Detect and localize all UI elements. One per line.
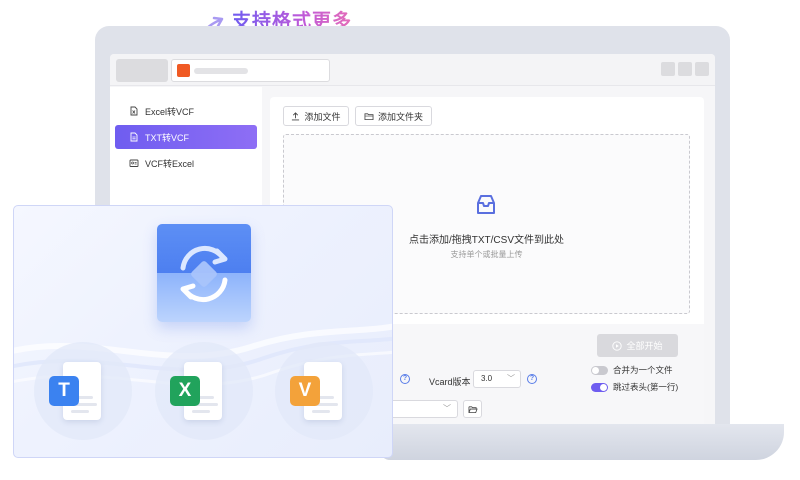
vcard-version-value: 3.0 (481, 374, 493, 383)
vcard-version-label: Vcard版本 (429, 377, 471, 387)
skip-header-label: 跳过表头(第一行) (613, 382, 679, 392)
title-bar (110, 54, 715, 86)
excel-file-icon (130, 106, 138, 116)
sidebar-item-label: TXT转VCF (145, 132, 189, 143)
skip-header-toggle-row[interactable]: 跳过表头(第一行) (591, 381, 678, 393)
play-circle-icon (612, 340, 623, 351)
merge-label: 合并为一个文件 (613, 365, 673, 375)
skip-header-toggle[interactable] (591, 382, 608, 392)
close-button[interactable] (695, 62, 709, 76)
title-bar-address (171, 59, 330, 82)
upload-icon (292, 111, 300, 120)
maximize-button[interactable] (678, 62, 692, 76)
chevron-down-icon: ﹀ (443, 404, 451, 413)
merge-toggle[interactable] (591, 365, 608, 375)
start-all-label: 全部开始 (626, 341, 663, 351)
vcf-format-icon: V (290, 362, 342, 424)
title-placeholder-bar (194, 68, 248, 74)
file-line (312, 410, 330, 413)
add-folder-label: 添加文件夹 (377, 111, 423, 122)
folder-open-icon (468, 405, 478, 413)
excel-format-icon: X (170, 362, 222, 424)
file-line (192, 410, 210, 413)
app-logo-icon (177, 64, 190, 77)
txt-format-icon: T (49, 362, 101, 424)
laptop-base (380, 424, 784, 460)
sidebar-item-txt-to-vcf[interactable]: TXT转VCF (115, 125, 257, 149)
file-line (71, 410, 89, 413)
add-file-label: 添加文件 (304, 111, 341, 122)
help-icon[interactable]: ? (400, 374, 410, 384)
add-file-button[interactable]: 添加文件 (283, 106, 349, 126)
sync-arrows-icon (180, 246, 228, 302)
format-badge: X (170, 376, 200, 406)
vcard-version-select[interactable]: 3.0 ﹀ (473, 370, 521, 388)
format-promo-card: T X V (13, 205, 393, 458)
add-folder-button[interactable]: 添加文件夹 (355, 106, 432, 126)
sidebar-item-excel-to-vcf[interactable]: Excel转VCF (115, 99, 257, 123)
format-badge: V (290, 376, 320, 406)
start-all-button[interactable]: 全部开始 (597, 334, 678, 357)
converter-app-icon (157, 224, 251, 322)
browse-folder-button[interactable] (463, 400, 482, 418)
help-icon[interactable]: ? (527, 374, 537, 384)
minimize-button[interactable] (661, 62, 675, 76)
sidebar-item-label: VCF转Excel (145, 158, 195, 169)
format-badge: T (49, 376, 79, 406)
sidebar-item-label: Excel转VCF (145, 106, 195, 117)
inbox-icon (477, 195, 495, 214)
folder-icon (364, 112, 374, 120)
sidebar-item-vcf-to-excel[interactable]: VCF转Excel (115, 151, 257, 175)
vcf-file-icon (129, 159, 139, 167)
merge-toggle-row[interactable]: 合并为一个文件 (591, 364, 673, 376)
txt-file-icon (130, 132, 138, 142)
chevron-down-icon: ﹀ (507, 374, 515, 383)
title-bar-placeholder (116, 59, 168, 82)
